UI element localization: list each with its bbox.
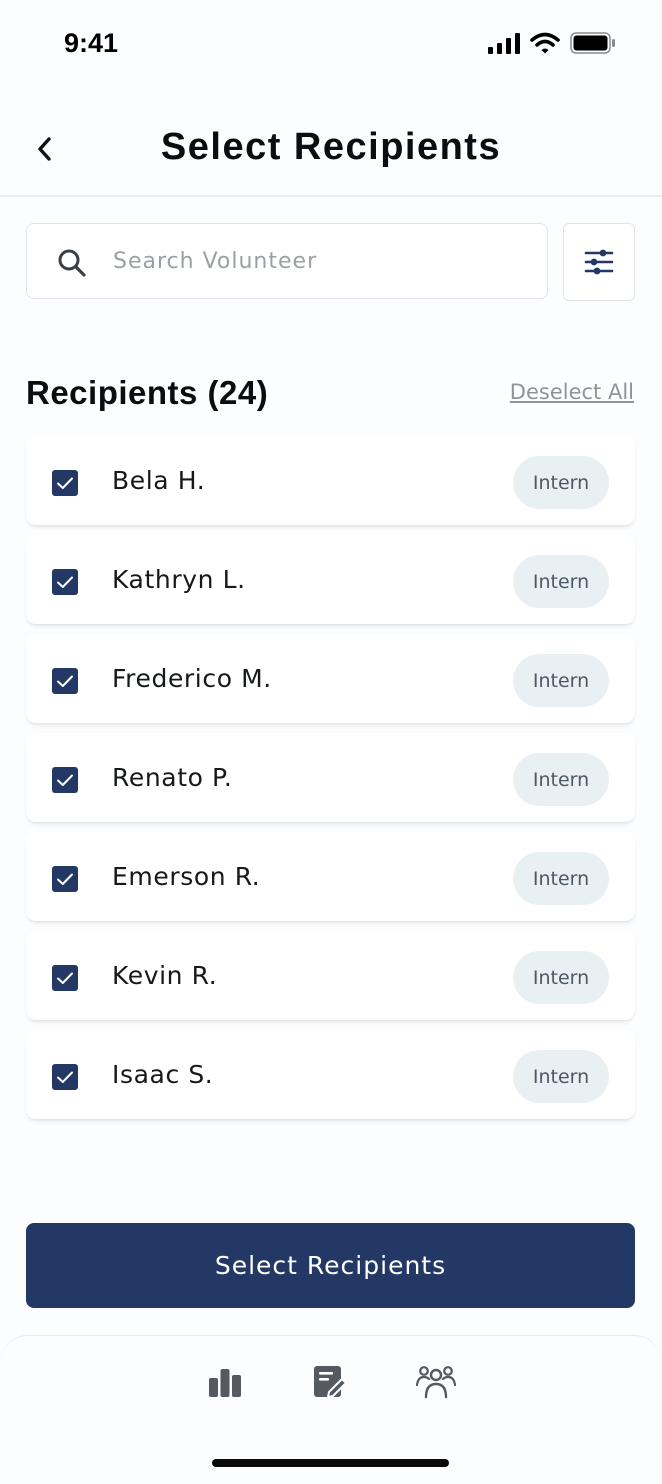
nav-header: Select Recipients	[0, 100, 662, 197]
checkmark-icon	[57, 675, 73, 687]
search-input[interactable]	[111, 224, 525, 299]
search-icon	[58, 249, 86, 277]
recipient-checkbox[interactable]	[52, 470, 78, 496]
recipient-checkbox[interactable]	[52, 1064, 78, 1090]
tab-people[interactable]	[416, 1362, 456, 1402]
page-title: Select Recipients	[160, 126, 502, 168]
edit-note-icon	[314, 1366, 347, 1398]
status-icons	[488, 32, 616, 54]
filter-button[interactable]	[563, 223, 635, 301]
checkmark-icon	[57, 576, 73, 588]
select-recipients-button[interactable]: Select Recipients	[26, 1223, 635, 1308]
recipient-row[interactable]: Emerson R. Intern	[26, 832, 635, 921]
checkmark-icon	[57, 477, 73, 489]
recipient-checkbox[interactable]	[52, 569, 78, 595]
recipient-row[interactable]: Bela H. Intern	[26, 436, 635, 525]
bar-chart-icon	[209, 1369, 241, 1397]
recipient-checkbox[interactable]	[52, 668, 78, 694]
recipient-checkbox[interactable]	[52, 866, 78, 892]
role-badge: Intern	[513, 1050, 609, 1103]
recipient-name: Kevin R.	[112, 961, 218, 990]
recipient-name: Kathryn L.	[112, 565, 246, 594]
recipient-checkbox[interactable]	[52, 767, 78, 793]
recipient-name: Renato P.	[112, 763, 233, 792]
cellular-signal-icon	[488, 33, 520, 54]
recipient-list: Bela H. Intern Kathryn L. Intern Frederico M…	[26, 436, 635, 1129]
tab-compose[interactable]	[310, 1362, 350, 1402]
checkmark-icon	[57, 972, 73, 984]
recipients-heading: Recipients (24)	[26, 374, 269, 411]
recipient-name: Isaac S.	[112, 1060, 214, 1089]
recipient-row[interactable]: Isaac S. Intern	[26, 1030, 635, 1119]
recipient-row[interactable]: Kathryn L. Intern	[26, 535, 635, 624]
recipient-row[interactable]: Frederico M. Intern	[26, 634, 635, 723]
role-badge: Intern	[513, 456, 609, 509]
checkmark-icon	[57, 873, 73, 885]
recipient-name: Bela H.	[112, 466, 206, 495]
checkmark-icon	[57, 1071, 73, 1083]
role-badge: Intern	[513, 852, 609, 905]
sliders-filter-icon	[584, 249, 614, 275]
battery-icon	[570, 32, 615, 54]
checkmark-icon	[57, 774, 73, 786]
role-badge: Intern	[513, 951, 609, 1004]
role-badge: Intern	[513, 654, 609, 707]
home-indicator	[212, 1459, 449, 1467]
wifi-icon	[530, 32, 560, 54]
status-bar: 9:41	[0, 0, 662, 90]
tab-stats[interactable]	[205, 1362, 245, 1402]
recipient-row[interactable]: Kevin R. Intern	[26, 931, 635, 1020]
recipient-checkbox[interactable]	[52, 965, 78, 991]
role-badge: Intern	[513, 555, 609, 608]
recipient-name: Frederico M.	[112, 664, 272, 693]
search-box[interactable]	[26, 223, 548, 299]
recipient-name: Emerson R.	[112, 862, 261, 891]
people-group-icon	[416, 1366, 456, 1399]
recipient-row[interactable]: Renato P. Intern	[26, 733, 635, 822]
role-badge: Intern	[513, 753, 609, 806]
deselect-all-link[interactable]: Deselect All	[510, 380, 634, 404]
status-time: 9:41	[64, 28, 119, 58]
